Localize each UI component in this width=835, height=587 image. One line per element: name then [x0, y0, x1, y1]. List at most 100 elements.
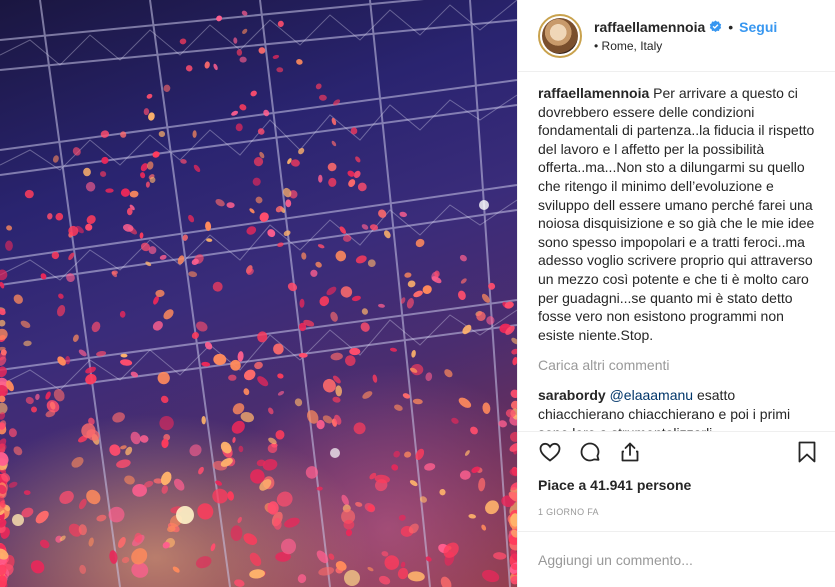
confetti-petal [277, 373, 284, 379]
share-icon[interactable] [618, 440, 642, 464]
confetti-petal [367, 259, 376, 268]
confetti-petal [56, 305, 66, 317]
confetti-petal [213, 63, 218, 71]
confetti-petal [13, 446, 23, 456]
confetti-petal [459, 254, 467, 262]
confetti-petal [407, 280, 416, 288]
confetti-petal [23, 490, 31, 496]
confetti-petal [331, 117, 337, 126]
confetti-petal [35, 510, 49, 524]
confetti-petal [100, 171, 107, 177]
confetti-petal [413, 290, 423, 298]
likes-count[interactable]: Piace a 41.941 persone [518, 471, 835, 499]
confetti-petal [146, 93, 153, 99]
caption-username[interactable]: raffaellamennoia [538, 85, 649, 101]
confetti-petal [344, 355, 356, 366]
confetti-petal [85, 181, 96, 192]
confetti-petal [152, 320, 163, 331]
confetti-petals [0, 10, 517, 587]
confetti-petal [378, 303, 385, 308]
separator-dot: • [728, 18, 734, 35]
confetti-petal [407, 571, 425, 582]
confetti-petal [8, 481, 18, 488]
confetti-petal [318, 174, 323, 183]
confetti-petal [120, 359, 133, 366]
confetti-petal [394, 404, 403, 411]
confetti-petal [161, 485, 169, 494]
post-timestamp[interactable]: 1 GIORNO FA [518, 499, 835, 531]
confetti-petal [379, 575, 391, 585]
comment-username[interactable]: sarabordy [538, 387, 606, 403]
confetti-petal [120, 188, 130, 197]
comment-mention[interactable]: @elaaamanu [610, 387, 694, 403]
confetti-petal [355, 156, 361, 163]
confetti-petal [143, 108, 150, 116]
confetti-petal [196, 321, 208, 332]
confetti-petal [249, 569, 265, 579]
confetti-petal [159, 415, 174, 431]
confetti-petal [243, 369, 256, 381]
heart-icon[interactable] [538, 440, 562, 464]
bookmark-icon[interactable] [795, 440, 819, 464]
confetti-petal [328, 553, 335, 560]
confetti-petal [159, 254, 167, 260]
post-header: raffaellamennoia • Segui • Rome, Italy [518, 0, 835, 72]
confetti-petal [191, 332, 199, 339]
confetti-petal [485, 500, 499, 515]
confetti-petal [189, 444, 202, 457]
confetti-petal [91, 321, 101, 333]
confetti-petal [231, 110, 239, 116]
post-actions-bar [518, 431, 835, 471]
confetti-petal [160, 471, 172, 486]
confetti-petal [163, 84, 171, 92]
confetti-petal [353, 422, 366, 435]
confetti-petal [285, 199, 292, 208]
add-comment-input[interactable] [538, 551, 815, 568]
confetti-petal [257, 376, 269, 387]
confetti-petal [422, 285, 432, 294]
author-avatar[interactable] [538, 13, 582, 58]
confetti-petal [140, 172, 146, 179]
location-label[interactable]: Rome, Italy [602, 39, 663, 53]
comments-area[interactable]: raffaellamennoia Per arrivare a questo c… [518, 72, 835, 431]
load-more-comments-button[interactable]: Carica altri commenti [538, 357, 815, 373]
author-username[interactable]: raffaellamennoia [594, 19, 705, 35]
confetti-petal [243, 533, 258, 546]
confetti-petal [172, 566, 180, 573]
confetti-petal [481, 524, 487, 531]
confetti-petal [204, 61, 210, 69]
confetti-petal [468, 514, 476, 519]
confetti-petal [397, 567, 409, 580]
confetti-petal [243, 388, 250, 396]
confetti-petal [130, 431, 141, 445]
post-location[interactable]: • Rome, Italy [594, 39, 777, 53]
confetti-petal [335, 250, 347, 262]
confetti-petal [250, 90, 257, 97]
confetti-petal [79, 564, 87, 574]
confetti-petal [158, 130, 166, 138]
confetti-petal [192, 130, 197, 138]
confetti-petal [254, 361, 263, 370]
confetti-petal [273, 343, 284, 355]
follow-button[interactable]: Segui [739, 19, 777, 35]
confetti-petal [249, 208, 255, 214]
confetti-petal [277, 391, 285, 396]
comment-icon[interactable] [578, 440, 602, 464]
confetti-petal [319, 296, 330, 307]
confetti-petal [316, 550, 329, 564]
confetti-petal [367, 504, 375, 512]
post-photo[interactable] [0, 0, 517, 587]
confetti-petal [283, 230, 291, 237]
confetti-petal [277, 242, 284, 248]
confetti-petal [327, 162, 337, 172]
confetti-petal [124, 475, 135, 485]
confetti-petal [121, 556, 130, 564]
confetti-petal [493, 552, 507, 560]
confetti-petal [58, 293, 64, 299]
confetti-petal [152, 151, 160, 158]
comment-item: sarabordy @elaaamanu esatto chiacchieran… [538, 386, 815, 431]
confetti-petal [193, 164, 201, 173]
confetti-petal [412, 398, 423, 405]
confetti-petal [331, 140, 337, 147]
confetti-petal [393, 450, 400, 458]
